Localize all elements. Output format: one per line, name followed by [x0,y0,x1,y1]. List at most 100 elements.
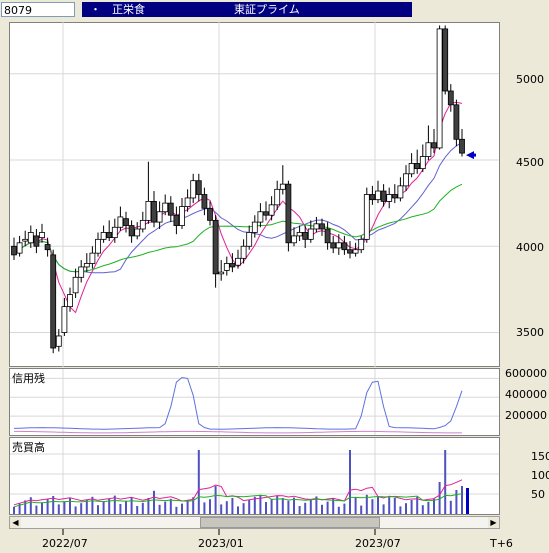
credit-tick-400000: 400000 [505,388,547,401]
price-tick-3500: 3500 [516,326,544,339]
volume-bar [433,498,435,514]
volume-bar [410,500,413,514]
candle-body [347,249,353,254]
candle-body [27,232,34,244]
volume-bar [444,450,447,514]
candle-body [240,245,247,259]
credit-tick-200000: 200000 [505,409,547,422]
volume-bar [175,506,178,514]
volume-bar [164,501,167,514]
scroll-right-icon[interactable]: ▶ [488,517,499,528]
credit-buy-line [13,376,463,430]
volume-bar [186,500,189,514]
volume-bar [270,498,273,514]
candle-body [369,194,376,201]
candle-body [145,200,152,221]
volume-bar [231,498,234,514]
candle-body [246,232,253,247]
volume-panel-label: 売買高 [12,441,45,454]
candle-body [195,180,202,195]
volume-bar [455,490,458,514]
volume-bar [102,502,105,514]
volume-bar [354,497,357,514]
candle-body [380,190,387,202]
volume-bar [237,506,239,514]
candle-body [263,211,269,216]
volume-bar [125,500,127,514]
candle-body [229,263,236,268]
volume-bar [13,506,15,514]
candle-body [190,180,197,199]
price-tick-5000: 5000 [516,73,544,86]
candle-body [302,232,309,240]
candle-body [167,202,174,216]
volume-bar [388,497,391,514]
candle-body [397,185,404,199]
volume-latest-bar [466,488,469,514]
volume-bar [24,500,27,514]
volume-bar [242,503,245,514]
volume-bar [169,498,172,514]
candle-body [78,266,85,278]
candle-body [257,211,264,223]
chart-canvas [10,22,499,535]
candle-body [39,232,45,239]
volume-bar [421,505,424,514]
volume-bar [97,505,99,514]
credit-sell-line [14,430,462,434]
candle-body [156,211,163,223]
candle-body [358,238,365,251]
volume-bar [74,506,77,514]
candle-body [162,202,169,213]
time-scrollbar[interactable]: ◀ ▶ [9,516,500,529]
candle-body [50,254,57,349]
candle-body [268,204,275,216]
candle-body [95,238,101,254]
candle-body [128,225,135,237]
candle-body [111,226,118,239]
candle-body [55,335,62,347]
candle-body [391,194,398,199]
candle-body [201,194,208,209]
candle-body [44,244,51,251]
candle-body [375,190,381,201]
volume-bar [158,504,161,514]
volume-bar [399,506,402,514]
volume-bar [371,499,374,514]
candle-body [363,194,370,240]
volume-bar [209,499,211,514]
candle-body [442,28,449,92]
candle-body [134,228,141,237]
x-tick-2022-07: 2022/07 [42,537,88,550]
scroll-thumb[interactable] [200,517,380,528]
candle-body [89,252,96,264]
candle-body [330,242,337,249]
candle-body [207,207,213,221]
candle-body [408,163,415,175]
credit-panel-label: 信用残 [12,372,45,385]
candle-body [235,257,241,266]
volume-bar [153,490,155,514]
volume-tick-100: 100 [531,469,549,482]
candle-body [414,163,421,170]
volume-bar [41,502,43,514]
candle-body [11,245,17,256]
candle-body [425,142,432,157]
volume-bar [136,506,139,514]
candle-body [459,138,465,154]
candle-body [285,183,292,244]
candle-body [67,294,73,308]
volume-bar [35,505,38,514]
candle-body [100,232,107,240]
volume-bar [130,497,133,514]
volume-bar [141,502,144,514]
scroll-left-icon[interactable]: ◀ [10,517,21,528]
candle-body [279,183,286,190]
candle-body [341,242,348,251]
candle-body [61,306,68,333]
volume-bar [281,498,284,514]
candle-body [83,263,90,268]
candle-body [251,221,258,233]
candle-body [22,238,29,242]
candle-body [212,219,219,275]
